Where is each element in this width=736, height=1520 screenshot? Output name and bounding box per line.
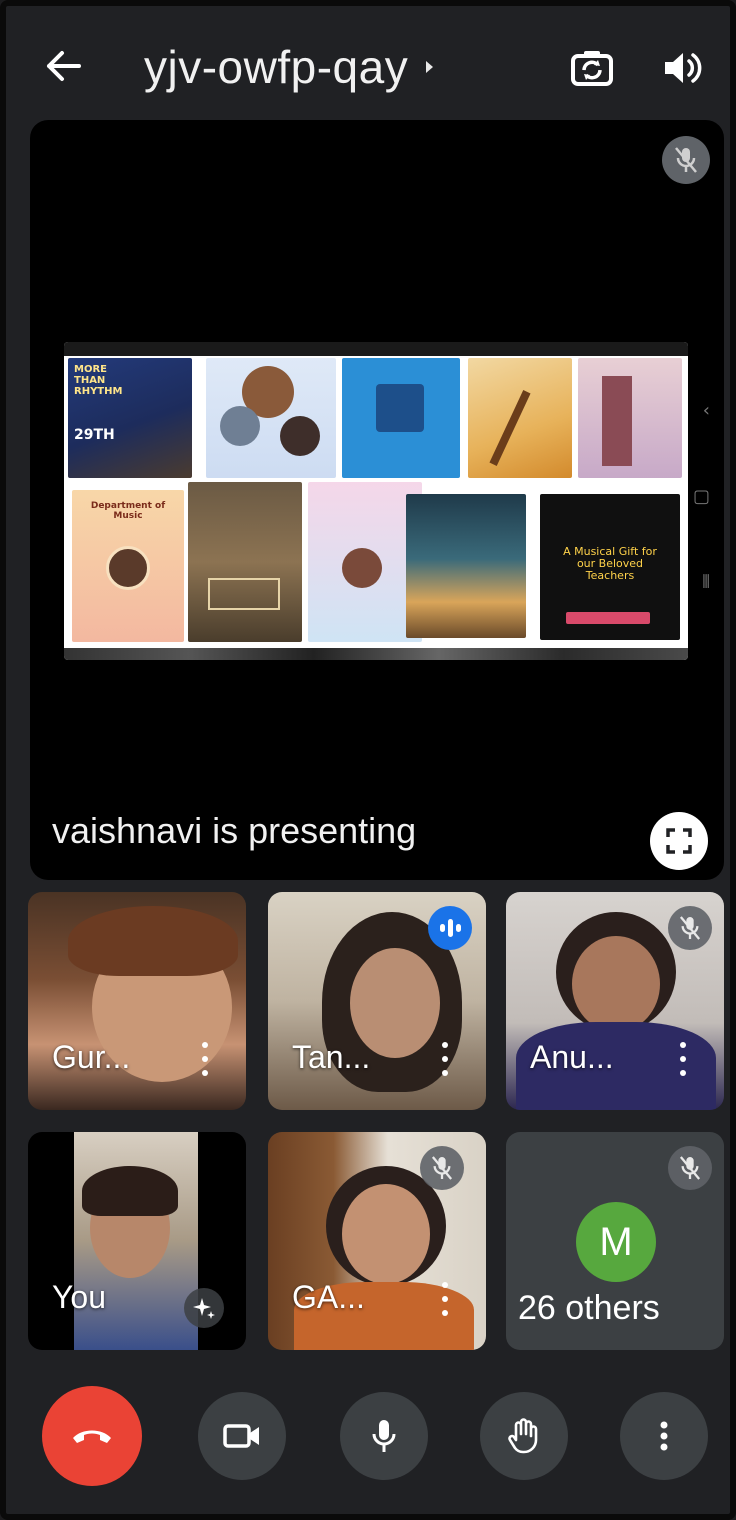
- poster-thumbnail: MORE THAN RHYTHM 29TH: [68, 358, 192, 478]
- muted-indicator: [668, 1146, 712, 1190]
- shared-screen: MORE THAN RHYTHM 29TH Department of Musi…: [64, 342, 688, 660]
- poster-thumbnail: [308, 482, 422, 642]
- meeting-code: yjv-owfp-qay: [144, 41, 409, 93]
- poster-thumbnail: A Musical Gift for our Beloved Teachers: [540, 494, 680, 640]
- raise-hand-icon: [508, 1418, 538, 1454]
- shared-status-bar: [64, 342, 688, 356]
- nav-recents-icon: ⦀: [702, 572, 710, 593]
- speaking-indicator: [428, 906, 472, 950]
- mic-icon: [372, 1420, 396, 1452]
- participant-name: You: [52, 1279, 106, 1315]
- meeting-info-button[interactable]: yjv-owfp-qay: [144, 40, 434, 94]
- sparkle-icon: [193, 1298, 215, 1319]
- participant-name: Gur...: [52, 1039, 131, 1075]
- poster-message: A Musical Gift for our Beloved Teachers: [563, 545, 657, 583]
- switch-camera-icon: [571, 51, 613, 86]
- participant-name: Anu...: [530, 1039, 614, 1075]
- mic-off-icon: [679, 916, 701, 940]
- nav-back-icon: ‹: [702, 400, 710, 421]
- muted-indicator: [668, 906, 712, 950]
- switch-camera-button[interactable]: [566, 42, 618, 94]
- participant-tile[interactable]: Gur...: [28, 892, 246, 1110]
- visual-effects-button[interactable]: [184, 1288, 224, 1328]
- poster-thumbnail: [342, 358, 460, 478]
- poster-thumbnail: [206, 358, 336, 478]
- poster-date: 29TH: [74, 427, 115, 443]
- fullscreen-icon: [666, 828, 692, 854]
- arrow-left-icon: [47, 51, 81, 81]
- poster-thumbnail: [578, 358, 682, 478]
- more-vertical-icon: [660, 1421, 668, 1451]
- presentation-panel[interactable]: MORE THAN RHYTHM 29TH Department of Musi…: [30, 120, 724, 880]
- top-bar: yjv-owfp-qay: [6, 6, 736, 116]
- participant-tile[interactable]: Tan...: [268, 892, 486, 1110]
- nav-home-icon: ▢: [692, 486, 710, 507]
- shared-bottom-strip: [64, 648, 688, 660]
- participant-tile[interactable]: Anu...: [506, 892, 724, 1110]
- mic-toggle-button[interactable]: [340, 1392, 428, 1480]
- end-call-button[interactable]: [42, 1386, 142, 1486]
- more-options-button[interactable]: [440, 1042, 450, 1076]
- presenter-muted-indicator: [662, 136, 710, 184]
- poster-thumbnail: [188, 482, 302, 642]
- audio-output-button[interactable]: [656, 42, 708, 94]
- others-tile[interactable]: M 26 others: [506, 1132, 724, 1350]
- muted-indicator: [420, 1146, 464, 1190]
- poster-thumbnail: [406, 494, 526, 638]
- avatar: M: [576, 1202, 656, 1282]
- call-screen: yjv-owfp-qay MORE THAN RHYTHM 29TH Depar…: [0, 0, 736, 1520]
- camera-toggle-button[interactable]: [198, 1392, 286, 1480]
- chevron-right-icon: [426, 61, 434, 73]
- fullscreen-button[interactable]: [650, 812, 708, 870]
- shared-nav-bar: ‹ ▢ ⦀: [692, 390, 724, 600]
- participant-name: GA...: [292, 1279, 365, 1315]
- camera-icon: [223, 1424, 259, 1448]
- poster-thumbnail: Department of Music: [72, 490, 184, 642]
- more-options-button[interactable]: [678, 1042, 688, 1076]
- poster-thumbnail: [468, 358, 572, 478]
- back-button[interactable]: [42, 42, 86, 90]
- call-controls: [6, 1386, 736, 1486]
- raise-hand-button[interactable]: [480, 1392, 568, 1480]
- end-call-icon: [73, 1430, 111, 1443]
- more-options-button[interactable]: [440, 1282, 450, 1316]
- mic-off-icon: [431, 1156, 453, 1180]
- participant-tile[interactable]: GA...: [268, 1132, 486, 1350]
- speaker-icon: [665, 53, 702, 83]
- more-options-button[interactable]: [620, 1392, 708, 1480]
- mic-off-icon: [679, 1156, 701, 1180]
- poster-title: MORE THAN RHYTHM: [74, 364, 123, 397]
- poster-heading: Department of Music: [90, 501, 166, 521]
- mic-off-icon: [675, 147, 697, 173]
- others-count-label: 26 others: [518, 1289, 660, 1327]
- more-options-button[interactable]: [200, 1042, 210, 1076]
- participant-name: Tan...: [292, 1039, 371, 1075]
- participant-tile-self[interactable]: You: [28, 1132, 246, 1350]
- presenting-label: vaishnavi is presenting: [52, 810, 417, 851]
